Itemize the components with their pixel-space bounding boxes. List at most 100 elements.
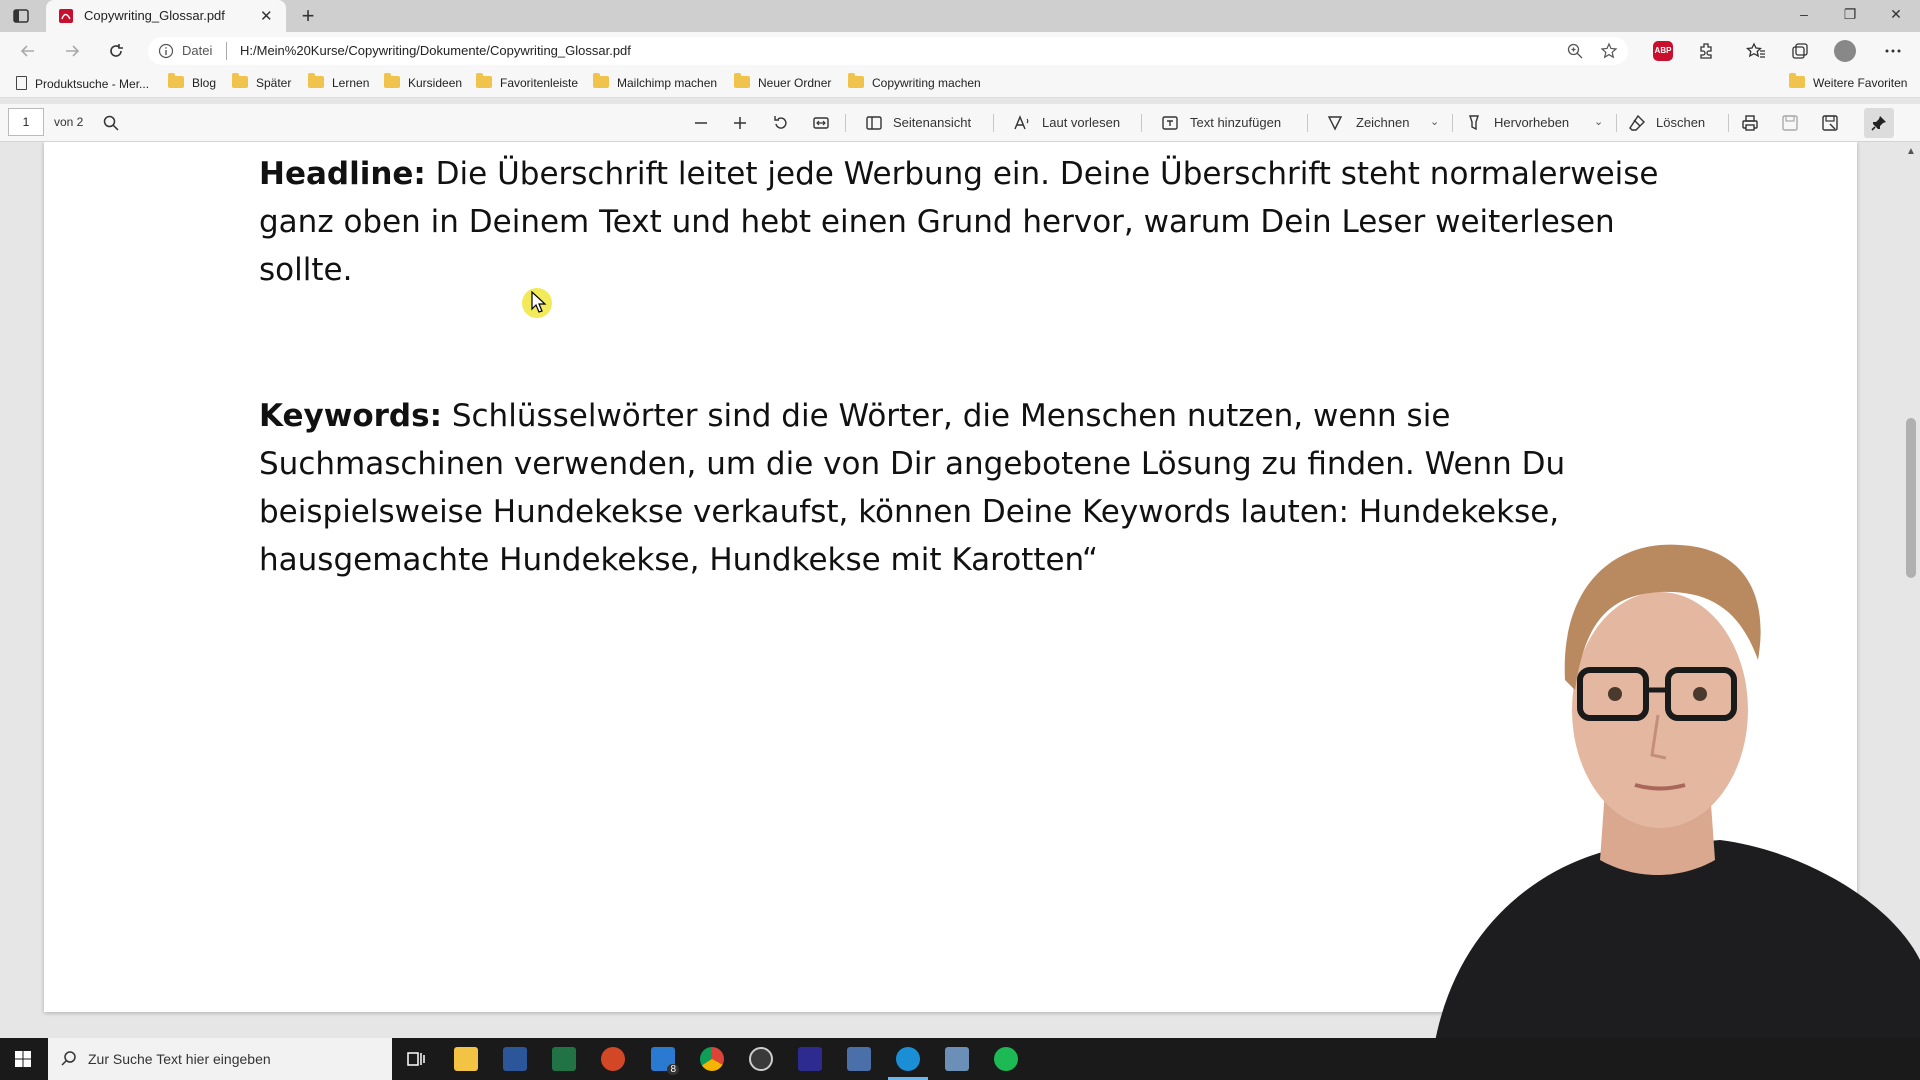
toolbar-divider xyxy=(1452,114,1453,132)
print-icon[interactable] xyxy=(1740,113,1760,133)
address-bar: Datei H:/Mein%20Kurse/Copywriting/Dokume… xyxy=(0,32,1920,70)
read-aloud-button[interactable]: Laut vorlesen xyxy=(1042,115,1120,130)
mail-badge: 8 xyxy=(667,1064,679,1075)
new-tab-button[interactable]: + xyxy=(296,4,320,28)
minimize-button[interactable]: – xyxy=(1794,6,1814,22)
highlight-button[interactable]: Hervorheben xyxy=(1494,115,1569,130)
zoom-icon[interactable] xyxy=(1566,42,1584,60)
pin-toolbar-button[interactable] xyxy=(1864,108,1894,138)
app-icon[interactable] xyxy=(847,1047,871,1071)
bookmark-folder[interactable]: Lernen xyxy=(308,73,370,90)
erase-button[interactable]: Löschen xyxy=(1656,115,1705,130)
page-number-input[interactable]: 1 xyxy=(8,108,44,136)
chrome-icon[interactable] xyxy=(700,1047,724,1071)
url-field[interactable]: Datei H:/Mein%20Kurse/Copywriting/Dokume… xyxy=(148,37,1628,65)
add-text-button[interactable]: Text hinzufügen xyxy=(1190,115,1281,130)
scroll-up-arrow-icon[interactable]: ▲ xyxy=(1906,146,1916,157)
add-favorite-icon[interactable] xyxy=(1600,42,1618,60)
taskbar: Zur Suche Text hier eingeben 8 xyxy=(0,1038,1920,1080)
tab-active[interactable]: Copywriting_Glossar.pdf ✕ xyxy=(46,0,286,32)
site-info-label: Datei xyxy=(182,43,213,58)
profile-avatar[interactable] xyxy=(1834,40,1856,62)
url-text[interactable]: H:/Mein%20Kurse/Copywriting/Dokumente/Co… xyxy=(240,43,631,58)
highlight-options-chevron-icon[interactable]: ⌄ xyxy=(1594,115,1603,128)
bookmark-folder[interactable]: Blog xyxy=(168,73,217,90)
bookmark-label: Copywriting machen xyxy=(872,76,981,90)
restore-button[interactable]: ❐ xyxy=(1840,6,1860,23)
word-icon[interactable] xyxy=(503,1047,527,1071)
save-as-icon[interactable] xyxy=(1820,113,1840,133)
search-icon xyxy=(61,1051,76,1066)
bookmark-item[interactable]: Produktsuche - Mer... xyxy=(16,76,149,91)
bookmark-folder[interactable]: Später xyxy=(232,73,292,90)
close-window-button[interactable]: ✕ xyxy=(1886,6,1906,23)
glossary-entry-headline: Headline: Die Überschrift leitet jede We… xyxy=(259,150,1699,294)
app-icon[interactable] xyxy=(798,1047,822,1071)
excel-icon[interactable] xyxy=(552,1047,576,1071)
save-icon[interactable] xyxy=(1780,113,1800,133)
obs-icon[interactable] xyxy=(749,1047,773,1071)
bookmark-folder[interactable]: Copywriting machen xyxy=(848,73,981,90)
bookmark-folder[interactable]: Neuer Ordner xyxy=(734,73,832,90)
bookmarks-bar: Produktsuche - Mer... Blog Später Lernen… xyxy=(0,70,1920,98)
bookmark-folder[interactable]: Kursideen xyxy=(384,73,463,90)
term-headline: Headline: xyxy=(259,156,426,192)
more-menu-icon[interactable] xyxy=(1883,41,1903,61)
pdf-toolbar: 1 von 2 Seitenansicht Laut vorlesen Text… xyxy=(0,104,1920,142)
bookmark-folder[interactable]: Favoritenleiste xyxy=(476,73,578,90)
add-text-icon[interactable] xyxy=(1160,113,1180,133)
folder-icon xyxy=(848,73,864,88)
extensions-icon[interactable] xyxy=(1697,41,1717,61)
task-view-icon[interactable] xyxy=(404,1047,428,1071)
bookmark-folder[interactable]: Mailchimp machen xyxy=(593,73,718,90)
back-icon[interactable] xyxy=(18,41,38,61)
bookmark-label: Lernen xyxy=(332,76,370,90)
reload-icon[interactable] xyxy=(106,41,126,61)
draw-icon[interactable] xyxy=(1325,113,1345,133)
bookmark-label: Später xyxy=(256,76,292,90)
collections-icon[interactable] xyxy=(1790,41,1810,61)
other-favorites-folder[interactable]: Weitere Favoriten xyxy=(1789,73,1908,90)
edge-icon[interactable] xyxy=(888,1047,928,1080)
zoom-out-icon[interactable] xyxy=(691,113,711,133)
info-icon[interactable] xyxy=(158,43,174,59)
page-icon xyxy=(16,76,27,90)
bookmark-label: Mailchimp machen xyxy=(617,76,718,90)
forward-icon[interactable] xyxy=(62,41,82,61)
toolbar-divider xyxy=(1307,114,1308,132)
powerpoint-icon[interactable] xyxy=(601,1047,625,1071)
bookmark-label: Blog xyxy=(192,76,217,90)
highlight-icon[interactable] xyxy=(1464,113,1484,133)
file-explorer-icon[interactable] xyxy=(454,1047,478,1071)
draw-button[interactable]: Zeichnen xyxy=(1356,115,1409,130)
taskbar-search-input[interactable]: Zur Suche Text hier eingeben xyxy=(48,1038,392,1080)
pdf-file-icon xyxy=(59,9,73,23)
windows-start-icon[interactable] xyxy=(14,1050,32,1068)
page-view-button[interactable]: Seitenansicht xyxy=(893,115,971,130)
eraser-icon[interactable] xyxy=(1627,113,1647,133)
tab-title: Copywriting_Glossar.pdf xyxy=(84,8,225,23)
zoom-in-icon[interactable] xyxy=(730,113,750,133)
spotify-icon[interactable] xyxy=(994,1047,1018,1071)
bookmark-label: Weitere Favoriten xyxy=(1813,76,1908,90)
term-keywords: Keywords: xyxy=(259,398,442,434)
tab-actions-icon[interactable] xyxy=(12,7,30,25)
fit-to-page-icon[interactable] xyxy=(811,113,831,133)
page-view-icon[interactable] xyxy=(864,113,884,133)
url-separator xyxy=(226,42,227,60)
search-icon[interactable] xyxy=(101,113,121,133)
folder-icon xyxy=(1789,73,1805,88)
tab-close-icon[interactable]: ✕ xyxy=(260,7,273,25)
rotate-icon[interactable] xyxy=(771,113,791,133)
folder-icon xyxy=(384,73,400,88)
draw-options-chevron-icon[interactable]: ⌄ xyxy=(1430,115,1439,128)
definition-keywords: Schlüsselwörter sind die Wörter, die Men… xyxy=(259,398,1566,578)
bookmark-label: Kursideen xyxy=(408,76,463,90)
favorites-icon[interactable] xyxy=(1746,41,1766,61)
bookmark-label: Neuer Ordner xyxy=(758,76,832,90)
adblock-extension-icon[interactable]: ABP xyxy=(1653,41,1673,61)
app-icon[interactable] xyxy=(945,1047,969,1071)
mail-icon[interactable]: 8 xyxy=(651,1047,679,1075)
read-aloud-icon[interactable] xyxy=(1012,113,1032,133)
tab-strip: Copywriting_Glossar.pdf ✕ + – ❐ ✕ xyxy=(0,0,1920,32)
